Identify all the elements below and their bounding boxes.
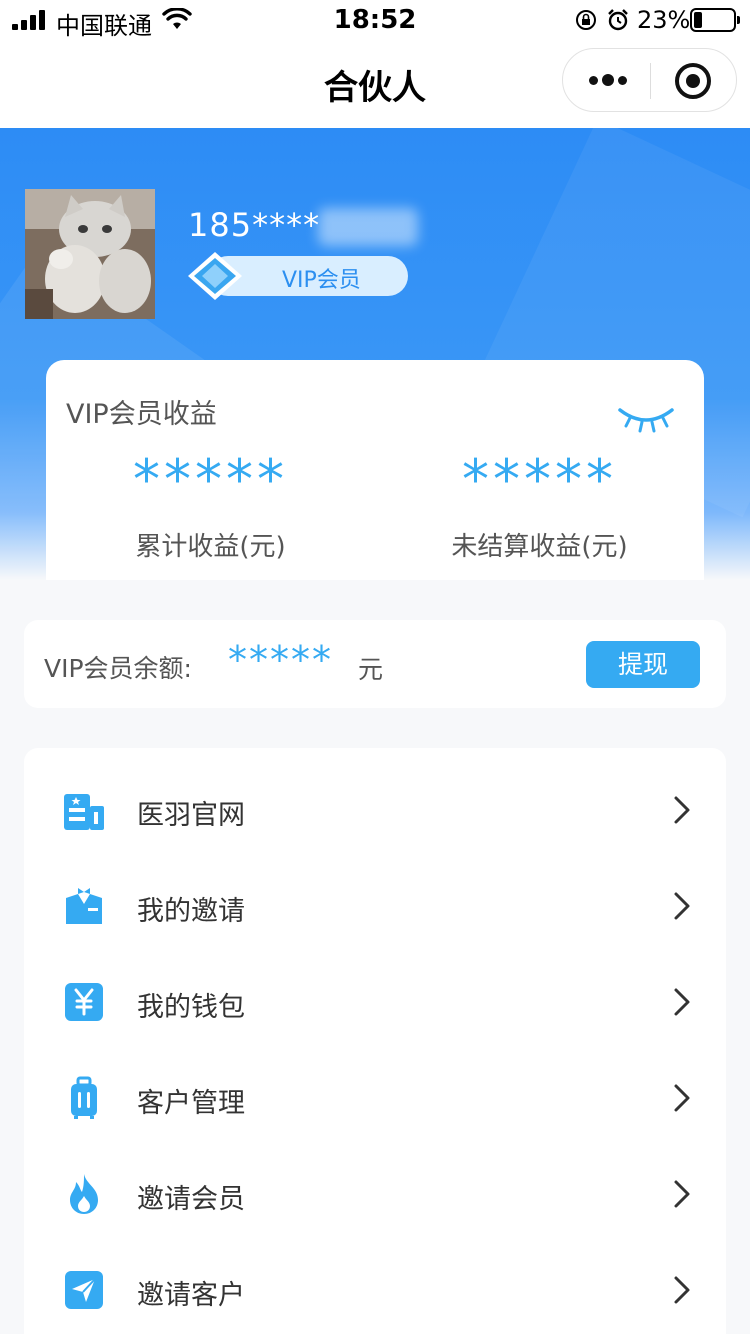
chevron-right-icon bbox=[674, 796, 690, 824]
mini-program-capsule bbox=[562, 48, 737, 112]
eye-closed-icon[interactable] bbox=[618, 404, 674, 434]
chevron-right-icon bbox=[674, 1180, 690, 1208]
flame-icon bbox=[70, 1174, 98, 1214]
suit-icon bbox=[66, 888, 102, 924]
chevron-right-icon bbox=[674, 1276, 690, 1304]
menu-item-invite-member[interactable]: 邀请会员 bbox=[24, 1148, 726, 1244]
balance-label: VIP会员余额: bbox=[44, 654, 192, 683]
balance-unit: 元 bbox=[358, 655, 384, 684]
status-bar: 中国联通 18:52 23% bbox=[0, 0, 750, 40]
battery-icon bbox=[690, 8, 740, 32]
luggage-icon bbox=[71, 1076, 97, 1119]
menu-label: 我的邀请 bbox=[137, 896, 245, 927]
total-earnings: ***** 累计收益(元) bbox=[46, 448, 375, 563]
earnings-title: VIP会员收益 bbox=[66, 399, 217, 430]
cat-avatar-image bbox=[25, 189, 155, 319]
unsettled-earnings-label: 未结算收益(元) bbox=[451, 532, 628, 562]
chevron-right-icon bbox=[674, 1084, 690, 1112]
building-icon bbox=[64, 794, 104, 830]
more-icon[interactable] bbox=[585, 49, 645, 111]
menu-item-my-invites[interactable]: 我的邀请 bbox=[24, 860, 726, 956]
balance-value: ***** bbox=[228, 638, 333, 682]
withdraw-button[interactable]: 提现 bbox=[586, 641, 700, 688]
balance-card: VIP会员余额: ***** 元 提现 bbox=[24, 620, 726, 708]
total-earnings-value: ***** bbox=[133, 448, 288, 511]
battery-percent: 23% bbox=[637, 6, 691, 34]
menu-label: 邀请客户 bbox=[137, 1280, 245, 1311]
menu-item-my-wallet[interactable]: 我的钱包 bbox=[24, 956, 726, 1052]
menu-label: 医羽官网 bbox=[137, 800, 245, 831]
menu-label: 客户管理 bbox=[137, 1088, 245, 1119]
menu-item-official-site[interactable]: 医羽官网 bbox=[24, 764, 726, 860]
nav-bar: 合伙人 bbox=[0, 40, 750, 128]
send-icon bbox=[65, 1271, 103, 1309]
chevron-right-icon bbox=[674, 892, 690, 920]
menu-label: 邀请会员 bbox=[137, 1184, 245, 1215]
unsettled-earnings-value: ***** bbox=[462, 448, 617, 511]
unsettled-earnings: ***** 未结算收益(元) bbox=[375, 448, 704, 563]
diamond-icon bbox=[188, 252, 242, 300]
menu-item-invite-customer[interactable]: 邀请客户 bbox=[24, 1244, 726, 1334]
vip-badge-label: VIP会员 bbox=[282, 268, 361, 293]
capsule-divider bbox=[650, 63, 651, 99]
username-mask bbox=[318, 208, 418, 246]
menu-label: 我的钱包 bbox=[137, 992, 245, 1023]
total-earnings-label: 累计收益(元) bbox=[135, 532, 286, 562]
menu-item-customer-management[interactable]: 客户管理 bbox=[24, 1052, 726, 1148]
chevron-right-icon bbox=[674, 988, 690, 1016]
username: 185**** bbox=[188, 206, 321, 244]
rotation-lock-icon bbox=[576, 10, 596, 30]
yuan-icon bbox=[65, 983, 103, 1021]
avatar[interactable] bbox=[25, 189, 155, 319]
close-mini-program-icon[interactable] bbox=[675, 63, 711, 99]
menu-list: 医羽官网 我的邀请 我的钱包 客户管理 邀请会员 邀请客户 bbox=[24, 748, 726, 1334]
alarm-icon bbox=[608, 9, 628, 31]
earnings-card: VIP会员收益 ***** 累计收益(元) ***** 未结算收益(元) bbox=[46, 360, 704, 580]
